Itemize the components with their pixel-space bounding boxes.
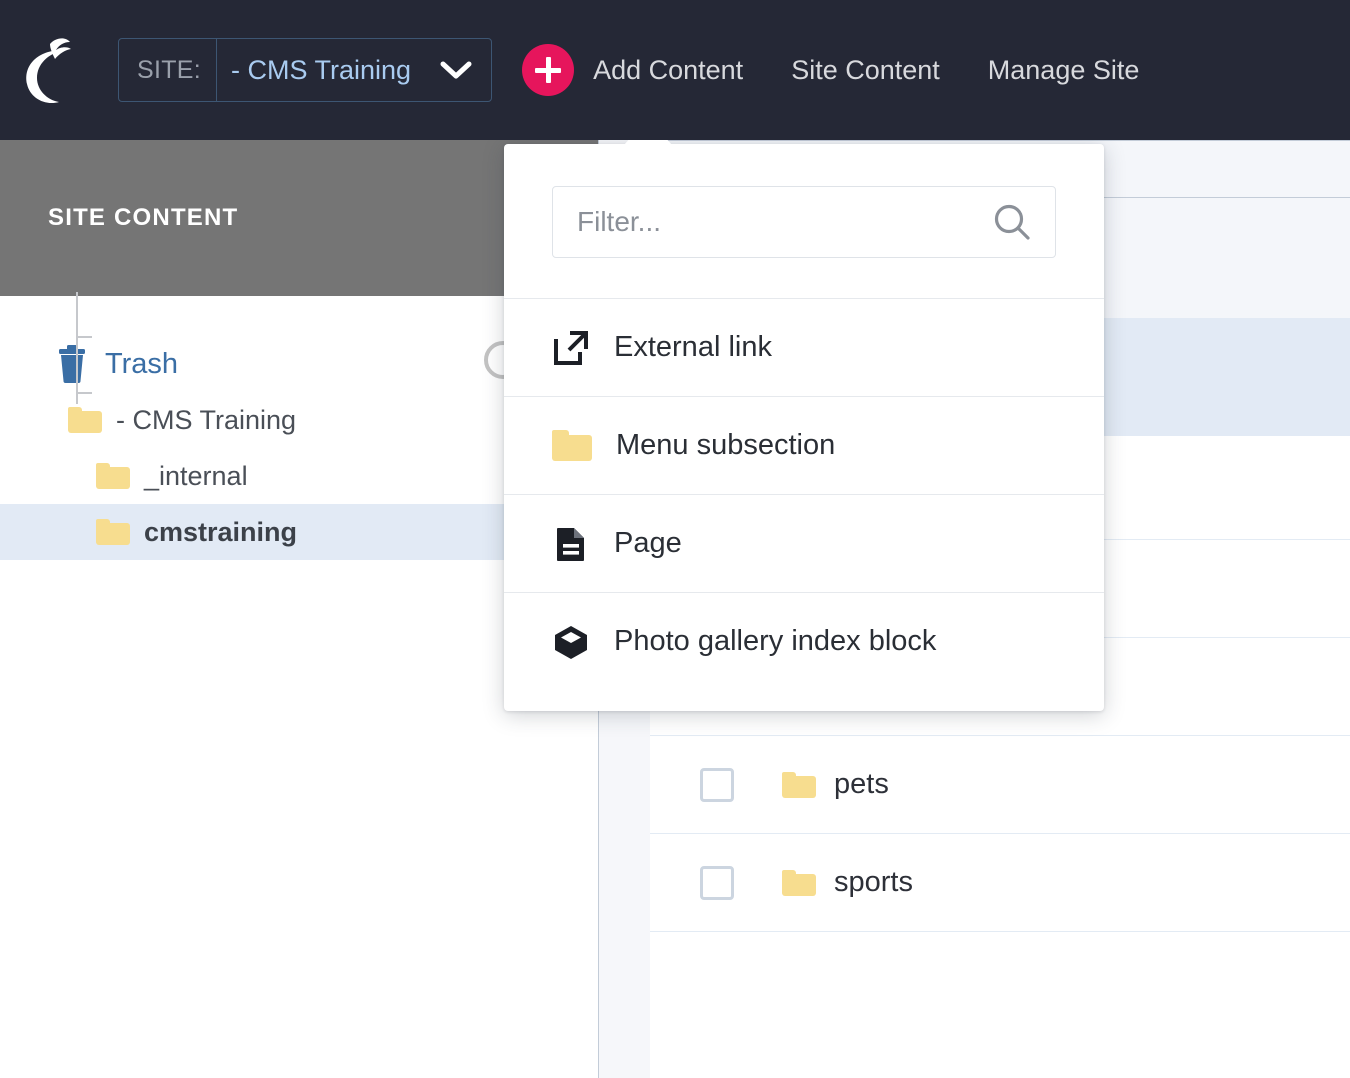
dropdown-item-label: Photo gallery index block [614, 625, 937, 657]
site-selector[interactable]: SITE: - CMS Training [118, 38, 493, 102]
dropdown-item-label: Page [614, 527, 682, 559]
dropdown-item-photo-gallery-index-block[interactable]: Photo gallery index block [504, 592, 1104, 690]
sidebar-item-label: cmstraining [144, 516, 298, 547]
plus-circle-icon [522, 44, 575, 96]
filter-field[interactable] [552, 186, 1056, 258]
cascade-moon-logo-icon [26, 38, 71, 104]
sidebar-item-label: - CMS Training [116, 404, 297, 435]
site-selector-value: - CMS Training [231, 54, 412, 85]
nav-site-content[interactable]: Site Content [791, 55, 940, 86]
add-content-dropdown: External link Menu subsection Page Photo… [504, 144, 1104, 711]
site-selector-label: SITE: [119, 39, 218, 101]
page-title: SITE CONTENT [48, 204, 239, 231]
sidebar-item-label: Trash [105, 347, 179, 380]
tree-guide-branch [78, 336, 92, 338]
table-row[interactable]: pets [650, 736, 1350, 834]
row-checkbox[interactable] [700, 767, 734, 802]
chevron-down-icon [440, 61, 472, 79]
folder-icon [782, 771, 816, 798]
tree-guide-branch [78, 392, 92, 394]
folder-icon [96, 519, 130, 545]
nav-manage-site[interactable]: Manage Site [988, 55, 1140, 86]
dropdown-item-page[interactable]: Page [504, 494, 1104, 592]
search-icon [994, 204, 1030, 240]
dropdown-item-menu-subsection[interactable]: Menu subsection [504, 396, 1104, 494]
dropdown-filter-area [504, 144, 1104, 298]
top-navigation-bar: SITE: - CMS Training Add Content Site Co… [0, 0, 1350, 140]
add-content-label: Add Content [593, 54, 744, 85]
page-document-icon [557, 527, 584, 561]
site-selector-value-wrap[interactable]: - CMS Training [217, 39, 491, 101]
sidebar-item-label: _internal [144, 460, 248, 491]
row-name: sports [834, 866, 913, 898]
folder-icon [782, 869, 816, 896]
filter-input[interactable] [577, 206, 991, 238]
trash-icon [59, 345, 85, 383]
tree-guide-line [76, 292, 78, 404]
dropdown-item-label: Menu subsection [616, 429, 836, 461]
row-name: pets [834, 768, 889, 800]
dropdown-item-external-link[interactable]: External link [504, 298, 1104, 396]
add-content-button[interactable]: Add Content [522, 44, 743, 96]
cube-block-icon [555, 625, 587, 659]
folder-icon [96, 463, 130, 489]
application-root: error-no-index food pets [0, 0, 1350, 1078]
table-row[interactable]: sports [650, 834, 1350, 932]
external-link-icon [554, 330, 588, 365]
cascade-moon-logo[interactable] [0, 0, 100, 140]
row-checkbox[interactable] [700, 865, 734, 900]
folder-icon [68, 407, 102, 433]
folder-icon [552, 430, 592, 461]
dropdown-item-label: External link [614, 331, 772, 363]
